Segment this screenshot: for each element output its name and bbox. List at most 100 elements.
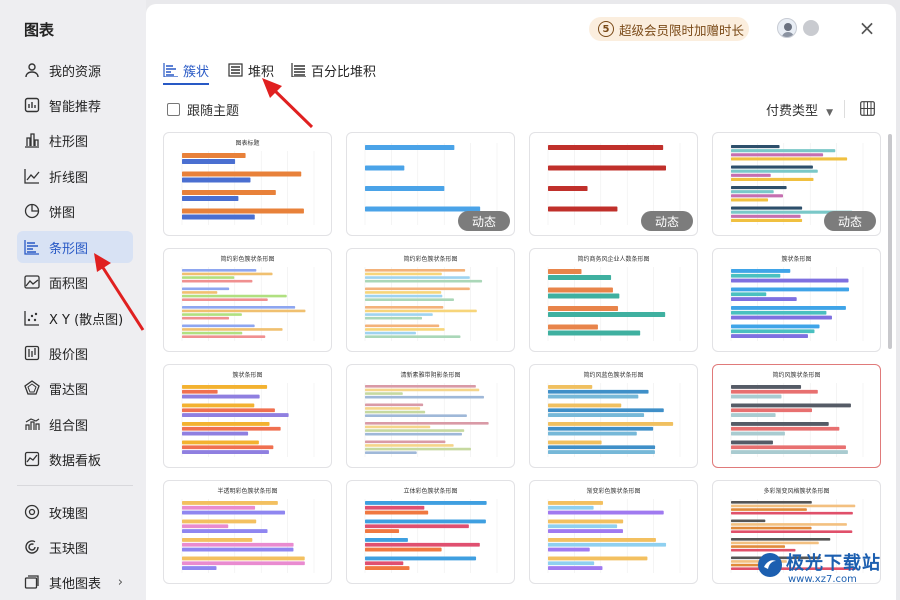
chart-template-card[interactable]: 渐变彩色簇状条形图 <box>529 480 698 584</box>
chart-template-card[interactable]: 简约风蓝色簇状条形图 <box>529 364 698 468</box>
sidebar-item-scatter[interactable]: X Y (散点图) <box>17 302 133 334</box>
chart-template-card[interactable]: 简约彩色簇状条形图 <box>346 248 515 352</box>
thumbnail-bar <box>365 519 486 524</box>
chart-template-card[interactable]: 簇状条形图 <box>712 248 881 352</box>
checkbox[interactable] <box>167 103 180 116</box>
chart-thumbnail <box>730 383 864 457</box>
recommend-icon <box>23 96 41 114</box>
stock-chart-icon <box>23 344 41 362</box>
sidebar-item-stock[interactable]: 股价图 <box>17 337 133 369</box>
sidebar-item-ring[interactable]: 玉玦图 <box>17 531 133 563</box>
thumbnail-bar <box>731 194 783 198</box>
chart-template-card[interactable]: 动态 <box>529 132 698 236</box>
thumbnail-bar <box>548 538 656 542</box>
sidebar-item-other[interactable]: 其他图表 › <box>17 566 133 598</box>
thumbnail-bar <box>731 523 847 526</box>
chart-template-card[interactable]: 立体彩色簇状条形图 <box>346 480 515 584</box>
chart-template-card[interactable]: 半透明彩色簇状条形图 <box>163 480 332 584</box>
pay-type-dropdown[interactable]: 付费类型 ▼ <box>766 100 833 119</box>
chart-template-card[interactable]: 动态 <box>346 132 515 236</box>
card-chart-title: 简约彩色簇状条形图 <box>220 256 275 263</box>
chart-template-card[interactable]: 图表标题 <box>163 132 332 236</box>
radar-chart-icon <box>23 379 41 397</box>
chart-template-card[interactable]: 簇状条形图 <box>163 364 332 468</box>
sidebar-item-recommend[interactable]: 智能推荐 <box>17 89 133 121</box>
thumbnail-bar <box>182 291 218 294</box>
thumbnail-bar <box>548 426 654 431</box>
follow-theme-checkbox[interactable]: 跟随主题 <box>167 100 239 119</box>
sidebar-item-rose[interactable]: 玫瑰图 <box>17 496 133 528</box>
sidebar-item-pie[interactable]: 饼图 <box>17 195 133 227</box>
sidebar-item-dashboard[interactable]: 数据看板 <box>17 443 133 475</box>
thumbnail-bar <box>182 556 305 561</box>
thumbnail-bar <box>548 312 666 317</box>
watermark: 极光下载站 www.xz7.com <box>756 549 896 595</box>
promo-text: 超级会员限时加赠时长 <box>619 22 745 38</box>
thumbnail-bar <box>731 403 851 408</box>
thumbnail-bar <box>731 297 797 301</box>
grid-view-icon[interactable] <box>860 101 875 116</box>
sidebar-item-line[interactable]: 折线图 <box>17 160 133 192</box>
thumbnail-bar <box>365 145 455 150</box>
sidebar-item-label: 折线图 <box>49 170 89 186</box>
thumbnail-bar <box>731 445 846 450</box>
thumbnail-bar <box>548 403 622 408</box>
thumbnail-bar <box>731 440 773 445</box>
scrollbar[interactable] <box>888 134 892 349</box>
chart-thumbnail <box>730 267 864 341</box>
sidebar-divider <box>17 485 133 486</box>
thumbnail-bar <box>365 165 405 171</box>
thumbnail-bar <box>548 505 594 510</box>
vip-promo-banner[interactable]: 5 超级会员限时加赠时长 <box>589 17 749 41</box>
sidebar-item-label: 我的资源 <box>49 64 102 80</box>
sidebar-item-label: 其他图表 <box>49 576 102 592</box>
sidebar-item-label: 玫瑰图 <box>49 506 89 522</box>
watermark-logo-icon <box>758 553 782 577</box>
chart-thumbnail <box>181 151 315 225</box>
thumbnail-bar <box>182 171 302 177</box>
chart-template-card[interactable]: 简约风簇状条形图 <box>712 364 881 468</box>
area-chart-icon <box>23 273 41 291</box>
sidebar-item-column[interactable]: 柱形图 <box>17 124 133 156</box>
thumbnail-bar <box>182 431 249 436</box>
avatar[interactable] <box>777 18 797 38</box>
thumbnail-bar <box>365 542 480 547</box>
thumbnail-bar <box>182 524 229 529</box>
sidebar-item-my-resources[interactable]: 我的资源 <box>17 54 133 86</box>
thumbnail-bar <box>731 545 786 548</box>
sidebar-item-area[interactable]: 面积图 <box>17 266 133 298</box>
thumbnail-bar <box>365 298 454 301</box>
sidebar-item-radar[interactable]: 雷达图 <box>17 372 133 404</box>
thumbnail-bar <box>365 392 403 395</box>
thumbnail-bar <box>365 294 443 298</box>
thumbnail-bar <box>365 425 431 429</box>
tab-clustered[interactable]: 簇状 <box>163 59 209 81</box>
tab-percent-stacked[interactable]: 百分比堆积 <box>291 59 376 81</box>
thumbnail-bar <box>182 196 239 201</box>
thumbnail-bar <box>365 287 470 291</box>
thumbnail-bar <box>182 306 296 309</box>
chart-template-card[interactable]: 简约彩色簇状条形图 <box>163 248 332 352</box>
thumbnail-bar <box>365 547 442 552</box>
dynamic-badge: 动态 <box>641 211 693 231</box>
chart-template-card[interactable]: 简约商务风企业人数条形图 <box>529 248 698 352</box>
thumbnail-bar <box>182 519 257 524</box>
close-button[interactable]: × <box>856 16 878 40</box>
chart-template-card[interactable]: 动态 <box>712 132 881 236</box>
chart-thumbnail <box>547 383 681 457</box>
thumbnail-bar <box>731 431 785 436</box>
thumbnail-bar <box>548 542 667 547</box>
sidebar-item-bar[interactable]: 条形图 <box>17 231 133 263</box>
tab-stacked[interactable]: 堆积 <box>228 59 274 81</box>
member-badge-icon[interactable] <box>803 20 819 36</box>
thumbnail-bar <box>365 395 484 399</box>
thumbnail-bar <box>548 293 620 299</box>
sidebar-item-combo[interactable]: 组合图 <box>17 408 133 440</box>
thumbnail-bar <box>548 165 666 171</box>
chart-template-card[interactable]: 清新素雅带阴影条形图 <box>346 364 515 468</box>
thumbnail-bar <box>548 385 593 389</box>
thumbnail-bar <box>731 329 815 334</box>
thumbnail-bar <box>182 313 242 316</box>
thumbnail-bar <box>731 287 850 292</box>
pie-chart-icon <box>23 202 41 220</box>
